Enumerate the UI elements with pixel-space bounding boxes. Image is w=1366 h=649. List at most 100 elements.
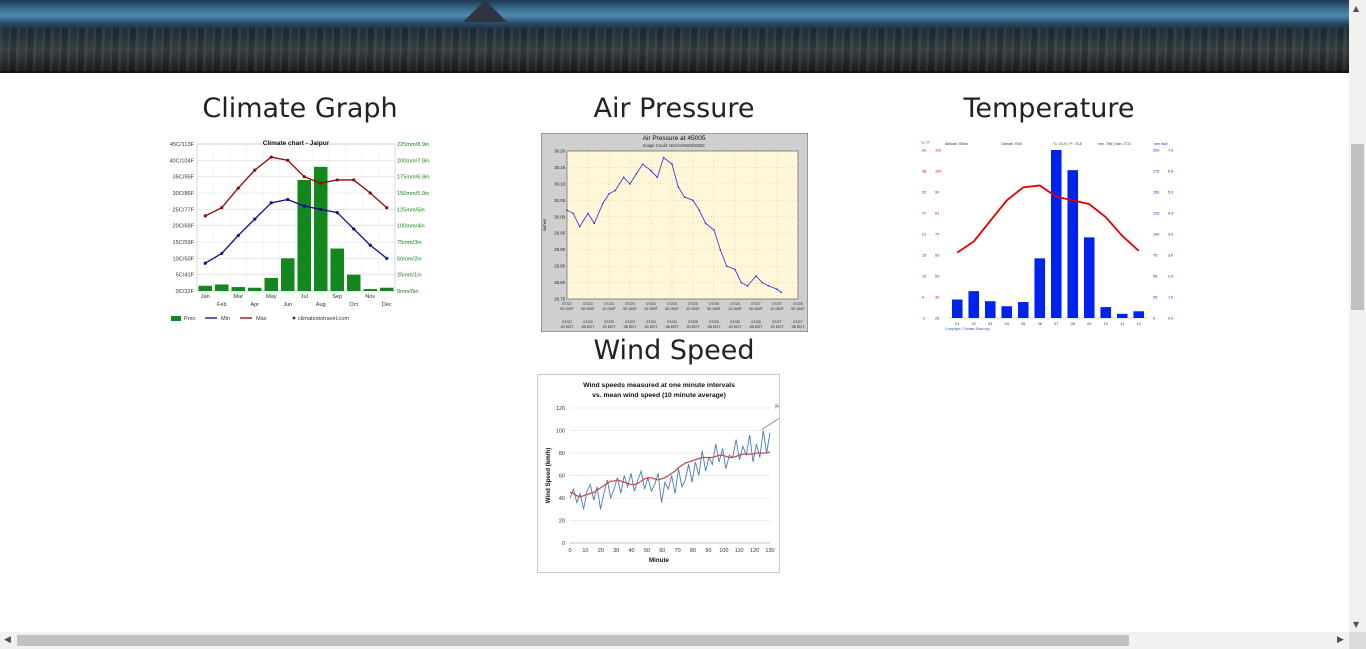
x-tick-label: 110 (735, 548, 744, 554)
left-tick-label: 0C/32F (176, 289, 195, 295)
left-tick-f: 109 (935, 149, 941, 153)
x-tick-gmt-date: 07/26 (730, 302, 740, 306)
month-label: Sep (332, 294, 342, 300)
precip-stats-label: mm: 766 | inch: 27.6 (1098, 142, 1131, 146)
month-label: May (266, 294, 277, 300)
month-label: 08 (1071, 322, 1075, 326)
precip-bar (1116, 313, 1128, 318)
pressure-point (767, 285, 770, 287)
month-label: Jan (201, 294, 210, 300)
scroll-up-arrow-icon[interactable]: ▲ (1353, 4, 1359, 13)
pressure-point (650, 169, 652, 172)
left-tick-label: 35C/95F (173, 175, 195, 181)
precip-bar (231, 287, 245, 291)
pressure-point (593, 222, 596, 225)
x-tick-edt-date: 07/25 (688, 320, 698, 324)
precip-bar (198, 285, 212, 291)
right-tick-label: 200mm/7.9in (397, 158, 429, 164)
right-tick-mm: 125 (1153, 212, 1159, 216)
x-tick-label: 60 (659, 548, 665, 554)
precip-bar (281, 258, 295, 291)
scroll-left-arrow-icon[interactable]: ◀ (4, 635, 11, 645)
x-tick-edt-time: 20 EDT (729, 325, 743, 329)
temp-point (220, 206, 224, 210)
x-tick-gmt-time: 00 GMT (581, 307, 595, 311)
hero-landscape (0, 28, 1349, 71)
month-label: 09 (1087, 322, 1091, 326)
right-tick-label: 100mm/4in (397, 224, 425, 230)
pressure-point (692, 199, 694, 202)
left-tick-c: 10 (922, 275, 926, 279)
scroll-down-arrow-icon[interactable]: ▼ (1353, 620, 1359, 629)
left-tick-c: 21 (922, 233, 926, 237)
vertical-scrollbar-thumb[interactable] (1351, 144, 1364, 310)
month-label: Oct (349, 302, 358, 308)
y-tick-label: 29.95 (554, 231, 565, 236)
temp-point (220, 251, 224, 256)
x-tick-label: 0 (568, 548, 571, 554)
x-tick-gmt-date: 07/23 (604, 302, 614, 306)
x-tick-edt-date: 07/26 (751, 320, 761, 324)
chart-title: Air Pressure at 45005 (643, 135, 706, 142)
pressure-point (629, 183, 631, 185)
left-tick-c: -2 (922, 317, 925, 321)
temperature-svg: °C °F Altitude: 550m Climate: BSh °C: 24.9 … (921, 141, 1173, 331)
source-dot (292, 316, 296, 320)
x-tick-label: 40 (628, 548, 634, 554)
pressure-point (755, 275, 757, 277)
y-tick-label: 30.00 (554, 214, 565, 219)
precip-bar (1001, 306, 1013, 318)
right-tick-mm: 150 (1153, 191, 1159, 195)
scroll-right-arrow-icon[interactable]: ▶ (1337, 635, 1344, 645)
x-tick-gmt-date: 07/24 (625, 302, 635, 306)
x-tick-edt-date: 07/27 (772, 320, 782, 324)
temp-point (286, 197, 290, 202)
x-tick-edt-time: 08 EDT (792, 325, 806, 329)
temp-point (236, 186, 240, 190)
pressure-point (725, 265, 728, 267)
right-tick-label: 175mm/6.9in (397, 175, 429, 181)
horizontal-scrollbar[interactable]: ◀ ▶ (0, 632, 1349, 649)
x-tick-gmt-time: 00 GMT (791, 307, 805, 311)
month-label: 12 (1137, 322, 1141, 326)
month-label: Dec (382, 302, 392, 308)
x-tick-edt-time: 20 EDT (645, 325, 659, 329)
month-label: Jun (283, 302, 292, 308)
month-label: Nov (365, 294, 375, 300)
right-tick-in: 5.9 (1168, 191, 1173, 195)
climate-graph-svg: 0C/32F 5C/41F 10C/50F 15C/59F 20C/68F 25C/77F… (169, 140, 429, 322)
scrollbar-corner (1349, 632, 1366, 649)
precip-bar (330, 248, 344, 291)
vertical-scrollbar[interactable]: ▲ ▼ (1349, 0, 1366, 632)
pressure-point (713, 229, 715, 231)
x-tick-gmt-time: 00 GMT (707, 307, 721, 311)
y-tick-label: 29.85 (554, 264, 565, 269)
right-tick-mm: 175 (1153, 170, 1159, 174)
temp-point (385, 206, 389, 210)
x-tick-edt-date: 07/22 (583, 320, 593, 324)
x-tick-gmt-time: 00 GMT (749, 307, 763, 311)
x-tick-label: 80 (690, 548, 696, 554)
temp-point (203, 214, 207, 218)
hero-banner (0, 0, 1349, 73)
x-tick-edt-time: 20 EDT (687, 325, 701, 329)
month-label: Jul (301, 294, 308, 300)
x-tick-label: 100 (719, 548, 728, 554)
pressure-point (641, 163, 644, 165)
y-tick-label: 29.80 (554, 280, 565, 285)
y-axis-label: Wind Speed (km/h) (545, 448, 552, 504)
x-tick-label: 30 (613, 548, 619, 554)
temp-point (286, 158, 290, 162)
precip-bar (264, 277, 278, 291)
wind-speed-title: Wind Speed (593, 335, 755, 366)
precip-bar (1017, 302, 1029, 318)
left-tick-f: 50 (935, 275, 939, 279)
x-tick-label: 20 (598, 548, 604, 554)
temperature-title: Temperature (963, 93, 1135, 124)
horizontal-scrollbar-thumb[interactable] (17, 635, 1129, 646)
x-tick-gmt-time: 12 GMT (602, 307, 616, 311)
month-label: Apr (250, 302, 259, 308)
pressure-point (677, 186, 680, 188)
left-tick-label: 25C/77F (173, 207, 195, 213)
climate-graph-title: Climate Graph (202, 93, 398, 124)
